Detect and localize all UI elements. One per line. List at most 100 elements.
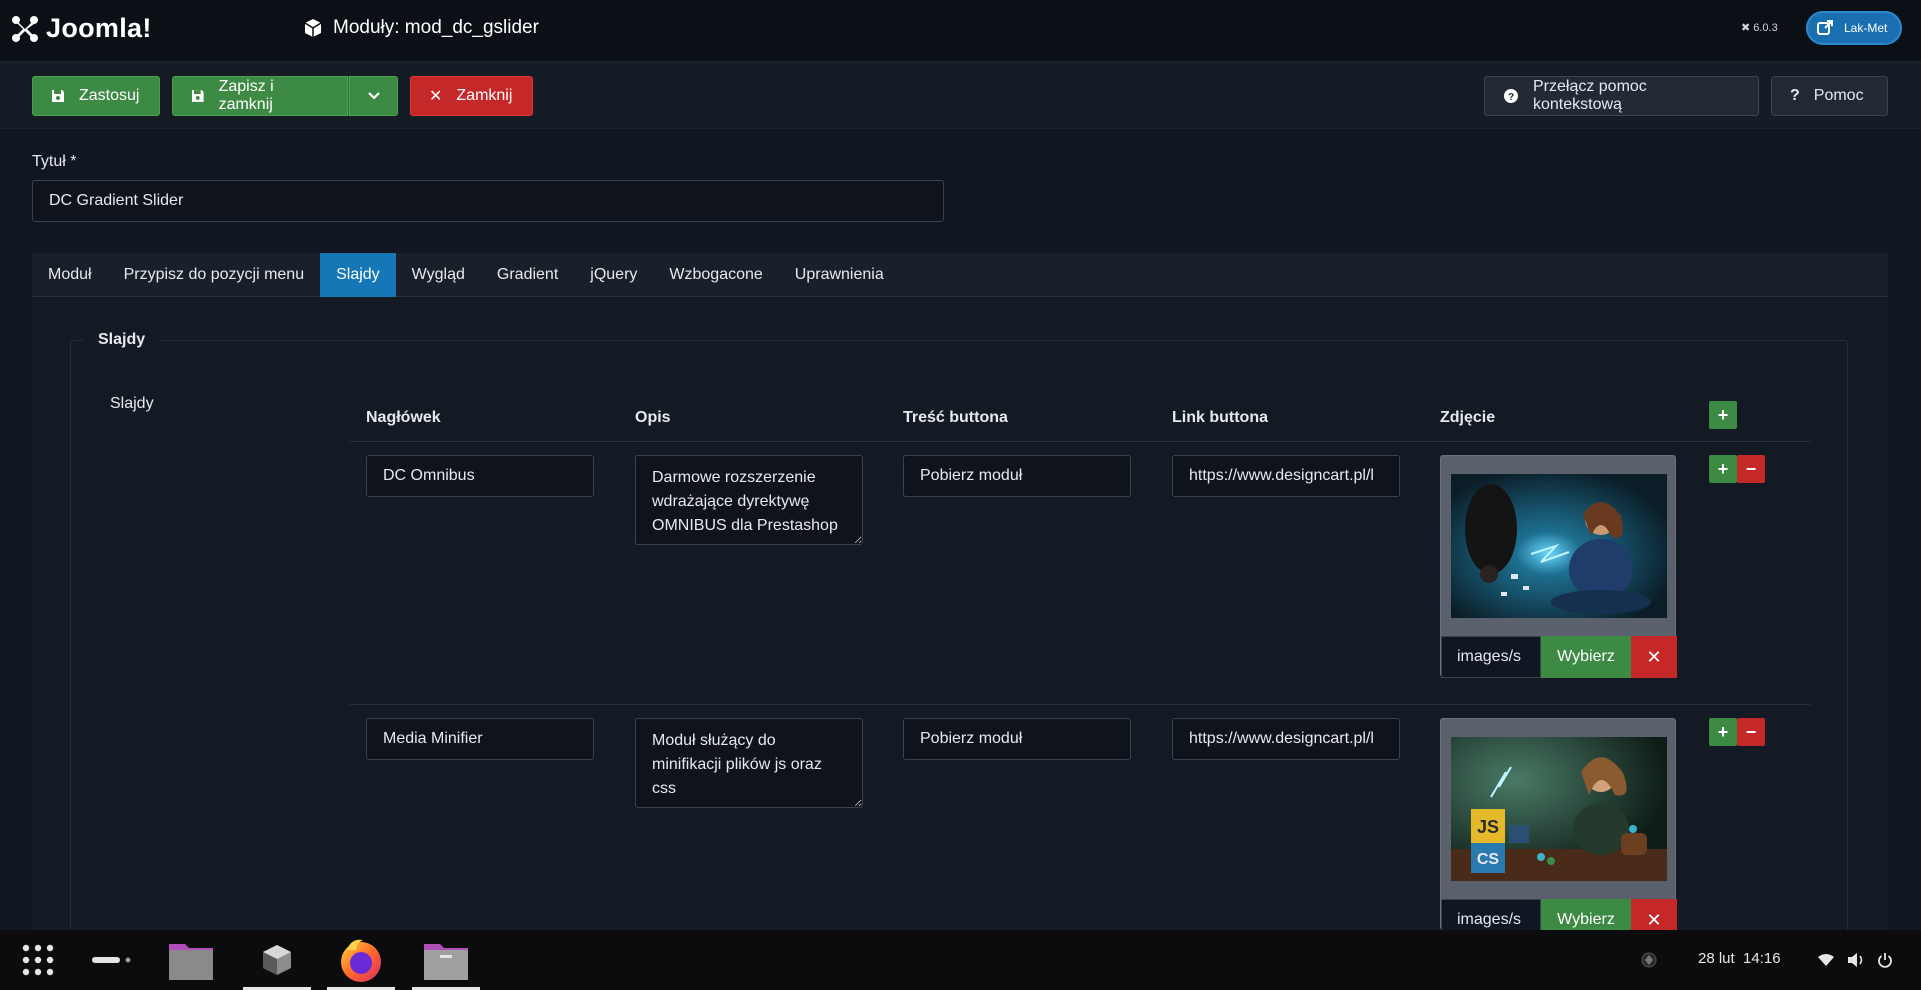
title-label: Tytuł * xyxy=(32,153,77,170)
slide-1-clear-image-button[interactable]: ✕ xyxy=(1631,636,1677,678)
firefox-icon xyxy=(341,939,381,982)
slide-1-description-input[interactable]: Darmowe rozszerzenie wdrażające dyrektyw… xyxy=(635,455,863,545)
plus-icon: + xyxy=(1717,721,1729,742)
slide-1-button-text-input[interactable] xyxy=(903,455,1131,497)
row-separator xyxy=(350,704,1810,705)
svg-text:?: ? xyxy=(1508,92,1514,103)
toggle-help-label: Przełącz pomoc kontekstową xyxy=(1532,78,1647,113)
slide-1-choose-image-button[interactable]: Wybierz xyxy=(1541,636,1631,678)
workspace-indicator[interactable] xyxy=(88,930,136,990)
column-button-text: Treść buttona xyxy=(903,409,1008,426)
add-slide-button[interactable]: + xyxy=(1709,401,1737,429)
close-button[interactable]: ✕ Zamknij xyxy=(410,76,533,116)
user-name: Lak-Met xyxy=(1844,21,1888,35)
taskbar-folder-app[interactable] xyxy=(162,930,220,990)
tab-jquery[interactable]: jQuery xyxy=(574,253,653,297)
external-link-icon xyxy=(1817,20,1833,35)
slide-2-add-button[interactable]: + xyxy=(1709,718,1737,746)
slide-1-add-button[interactable]: + xyxy=(1709,455,1737,483)
svg-text:JS: JS xyxy=(1477,817,1499,837)
slide-1-button-link-input[interactable] xyxy=(1172,455,1400,497)
slide-1-remove-button[interactable]: − xyxy=(1737,455,1765,483)
save-close-button[interactable]: Zapisz i zamknij xyxy=(172,76,348,116)
question-circle-icon: ? xyxy=(1503,89,1518,103)
column-description: Opis xyxy=(635,409,671,426)
minus-icon: − xyxy=(1745,721,1757,742)
tab-enhanced[interactable]: Wzbogacone xyxy=(653,253,778,297)
plus-icon: + xyxy=(1717,458,1729,479)
tray-status-icon xyxy=(1641,952,1657,968)
slide-1-heading-input[interactable] xyxy=(366,455,594,497)
slides-field-label: Slajdy xyxy=(110,395,154,412)
column-image: Zdjęcie xyxy=(1440,409,1496,426)
wifi-status[interactable] xyxy=(1815,930,1837,990)
taskbar-box-app[interactable] xyxy=(243,930,311,990)
workspace-dots-icon xyxy=(92,957,131,963)
fieldset-legend: Slajdy xyxy=(84,331,160,349)
toolbar: Zastosuj Zapisz i zamknij ✕ Zamknij ? Pr… xyxy=(0,62,1921,129)
clock-time: 14:16 xyxy=(1743,950,1781,967)
slide-1-image-controls: images/s Wybierz ✕ xyxy=(1441,636,1677,678)
slide-2-button-text-input[interactable] xyxy=(903,718,1131,760)
slides-panel: Slajdy Slajdy Nagłówek Opis Treść button… xyxy=(32,297,1888,960)
power-menu[interactable] xyxy=(1874,930,1896,990)
slide-2-image-preview: JS CS xyxy=(1451,737,1667,881)
slide-1-image-field: images/s Wybierz ✕ xyxy=(1440,455,1677,678)
cube-icon xyxy=(304,19,322,37)
page-title-text: Moduły: mod_dc_gslider xyxy=(333,17,539,38)
close-icon: ✕ xyxy=(1646,909,1662,930)
tray-app-icon[interactable] xyxy=(1638,930,1660,990)
plus-icon: + xyxy=(1717,404,1729,425)
slide-2-remove-button[interactable]: − xyxy=(1737,718,1765,746)
slide-1-image-preview xyxy=(1451,474,1667,618)
slide-2-heading-input[interactable] xyxy=(366,718,594,760)
slide-2-image-path[interactable]: images/s xyxy=(1441,899,1541,931)
column-button-link: Link buttona xyxy=(1172,409,1268,426)
taskbar-files-app[interactable] xyxy=(412,930,480,990)
tab-gradient[interactable]: Gradient xyxy=(481,253,574,297)
toggle-help-button[interactable]: ? Przełącz pomoc kontekstową xyxy=(1484,76,1759,116)
joomla-logo-icon xyxy=(12,15,38,42)
folder-icon xyxy=(169,944,213,980)
split-divider xyxy=(348,76,349,116)
image-preview-graphic: JS CS xyxy=(1451,737,1667,881)
taskbar-firefox[interactable] xyxy=(327,930,395,990)
slide-2-choose-image-button[interactable]: Wybierz xyxy=(1541,899,1631,931)
page-title: Moduły: mod_dc_gslider xyxy=(303,17,539,39)
power-icon xyxy=(1878,953,1892,968)
clock[interactable]: 28 lut 14:16 xyxy=(1698,950,1781,967)
slide-2-clear-image-button[interactable]: ✕ xyxy=(1631,899,1677,931)
save-icon xyxy=(52,90,64,102)
package-icon xyxy=(263,945,291,975)
file-manager-icon xyxy=(424,944,468,980)
minus-icon: − xyxy=(1745,458,1757,479)
speaker-icon xyxy=(1848,953,1863,967)
tab-module[interactable]: Moduł xyxy=(32,253,108,297)
apply-button[interactable]: Zastosuj xyxy=(32,76,160,116)
apply-label: Zastosuj xyxy=(79,87,140,104)
save-icon xyxy=(191,90,204,102)
joomla-mini-icon: ✖ xyxy=(1741,22,1751,34)
slide-2-description-input[interactable]: Moduł służący do minifikacji plików js o… xyxy=(635,718,863,808)
help-label: Pomoc xyxy=(1813,87,1864,104)
clock-date: 28 lut xyxy=(1698,950,1735,967)
chevron-down-icon xyxy=(367,92,380,100)
slide-2-button-link-input[interactable] xyxy=(1172,718,1400,760)
tab-menu-assignment[interactable]: Przypisz do pozycji menu xyxy=(108,253,321,297)
app-launcher-button[interactable] xyxy=(18,930,58,990)
user-menu-button[interactable]: Lak-Met xyxy=(1806,11,1902,45)
volume-status[interactable] xyxy=(1845,930,1867,990)
tab-appearance[interactable]: Wygląd xyxy=(396,253,481,297)
close-label: Zamknij xyxy=(456,87,513,104)
tab-slides[interactable]: Slajdy xyxy=(320,253,396,297)
tab-permissions[interactable]: Uprawnienia xyxy=(779,253,900,297)
title-input[interactable] xyxy=(32,180,944,222)
joomla-logo[interactable]: Joomla! xyxy=(10,13,152,44)
save-dropdown-toggle[interactable] xyxy=(349,76,398,116)
slide-2-image-field: JS CS images/s Wybierz ✕ xyxy=(1440,718,1677,931)
slide-1-image-path[interactable]: images/s xyxy=(1441,636,1541,678)
help-button[interactable]: ? Pomoc xyxy=(1771,76,1888,116)
close-icon: ✕ xyxy=(1646,646,1662,667)
save-close-label: Zapisz i zamknij xyxy=(218,78,274,113)
app-grid-icon xyxy=(22,944,54,976)
